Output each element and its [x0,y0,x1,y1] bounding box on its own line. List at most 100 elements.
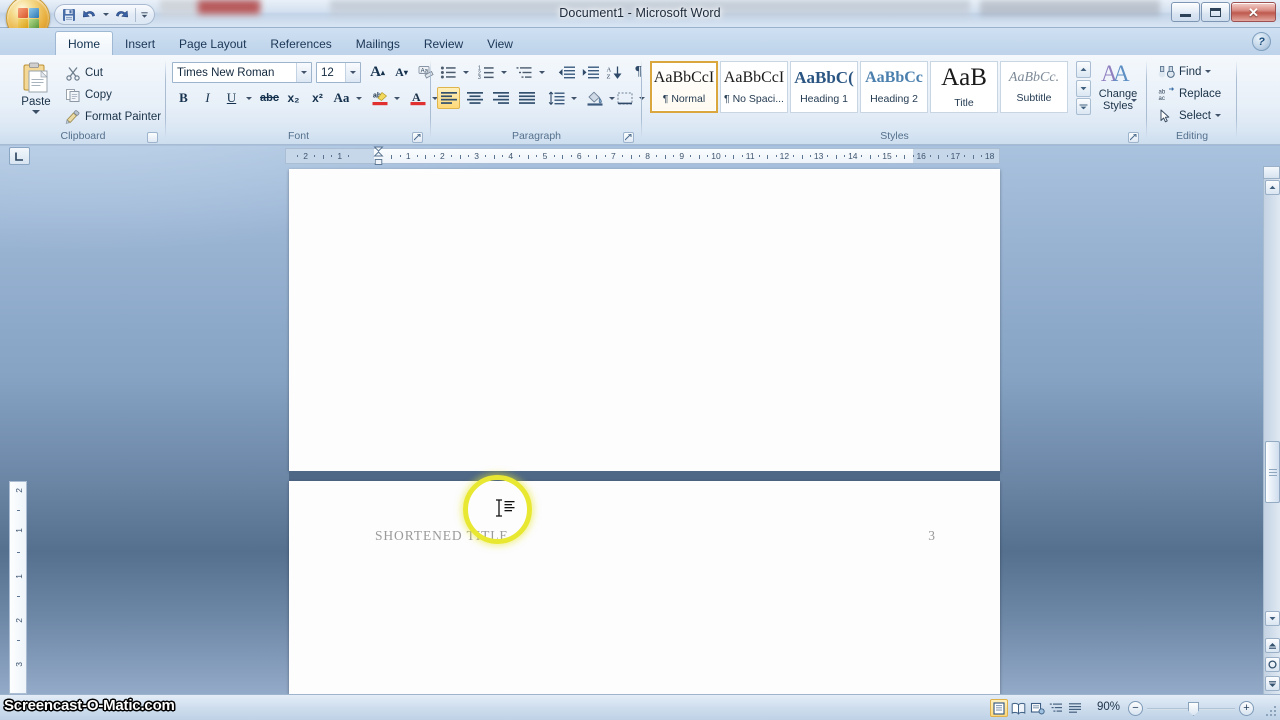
undo-dropdown-arrow[interactable] [101,6,110,23]
select-button[interactable]: Select [1155,105,1224,126]
undo-icon[interactable] [80,6,99,23]
scrollbar-thumb[interactable] [1265,441,1280,503]
vertical-ruler[interactable]: 2 1 1 2 3 [9,481,27,694]
view-full-screen-reading-button[interactable] [1009,699,1027,717]
resize-grip-icon[interactable] [1266,706,1278,718]
style-card-subtitle[interactable]: AaBbCc. Subtitle [1000,61,1068,113]
decrease-indent-button[interactable] [555,61,578,83]
bullets-dropdown-arrow[interactable] [460,61,471,83]
horizontal-ruler[interactable]: 21123456789101112131415161718 [285,148,1000,164]
scroll-up-button[interactable] [1265,180,1280,195]
help-icon[interactable]: ? [1252,32,1271,51]
find-dropdown-arrow[interactable] [1205,70,1211,73]
clipboard-dialog-launcher[interactable] [147,132,158,143]
underline-dropdown-arrow[interactable] [243,87,254,109]
justify-button[interactable] [515,87,538,109]
tab-view[interactable]: View [475,33,525,55]
zoom-slider-handle[interactable] [1188,702,1199,716]
zoom-slider[interactable]: − + [1128,700,1254,717]
find-button[interactable]: Find [1155,61,1214,82]
styles-scroll-up-button[interactable] [1076,61,1091,78]
text-highlight-button[interactable]: ab [368,87,391,109]
font-name-combo[interactable]: Times New Roman [172,62,312,83]
paste-dropdown-arrow[interactable] [32,110,40,114]
tab-page-layout[interactable]: Page Layout [167,33,258,55]
tab-selector-button[interactable] [9,147,30,165]
multilevel-list-button[interactable] [513,61,536,83]
zoom-out-button[interactable]: − [1128,701,1143,716]
redo-icon[interactable] [112,6,131,23]
view-web-layout-button[interactable] [1028,699,1046,717]
style-card-heading-1[interactable]: AaBbC( Heading 1 [790,61,858,113]
borders-button[interactable] [613,87,636,109]
copy-button[interactable]: Copy [62,84,115,105]
document-page-2[interactable]: SHORTENED TITLE 3 [289,481,1000,694]
zoom-level-label[interactable]: 90% [1097,701,1120,713]
align-right-button[interactable] [489,87,512,109]
subscript-button[interactable]: x₂ [282,87,305,109]
line-spacing-button[interactable] [545,87,568,109]
line-spacing-dropdown-arrow[interactable] [568,87,579,109]
style-card-title[interactable]: AaB Title [930,61,998,113]
change-case-button[interactable]: Aa [330,87,353,109]
multilevel-dropdown-arrow[interactable] [536,61,547,83]
underline-button[interactable]: U [220,87,243,109]
align-center-button[interactable] [463,87,486,109]
shading-button[interactable] [583,87,606,109]
next-page-button[interactable] [1265,676,1280,691]
numbering-dropdown-arrow[interactable] [498,61,509,83]
font-name-dropdown-arrow[interactable] [296,63,311,82]
grow-font-button[interactable]: A▴ [366,61,389,83]
replace-button[interactable]: ab ac Replace [1155,83,1224,104]
styles-scroll-down-button[interactable] [1076,80,1091,97]
close-button[interactable]: ✕ [1231,2,1276,22]
font-size-combo[interactable]: 12 [316,62,361,83]
style-card-no-spacing[interactable]: AaBbCcI ¶ No Spaci... [720,61,788,113]
minimize-button[interactable] [1171,2,1200,22]
bullets-button[interactable] [437,61,460,83]
style-card-heading-2[interactable]: AaBbCc Heading 2 [860,61,928,113]
scroll-down-button[interactable] [1265,611,1280,626]
tab-home[interactable]: Home [55,31,113,55]
view-draft-button[interactable] [1066,699,1084,717]
restore-button[interactable] [1201,2,1230,22]
change-styles-button[interactable]: A A Change Styles [1093,59,1143,121]
paragraph-dialog-launcher[interactable] [623,132,634,143]
view-print-layout-button[interactable] [990,699,1008,717]
document-page-1[interactable] [289,169,1000,471]
shrink-font-button[interactable]: A▾ [390,61,413,83]
tab-mailings[interactable]: Mailings [344,33,412,55]
font-dialog-launcher[interactable] [412,132,423,143]
style-card-normal[interactable]: AaBbCcI ¶ Normal [650,61,718,113]
bold-button[interactable]: B [172,87,195,109]
font-size-dropdown-arrow[interactable] [345,63,360,82]
styles-more-button[interactable] [1076,98,1091,115]
format-painter-button[interactable]: Format Painter [62,106,164,127]
change-case-dropdown-arrow[interactable] [353,87,364,109]
tab-review[interactable]: Review [412,33,475,55]
customize-qat-arrow[interactable] [140,6,149,23]
select-browse-object-button[interactable] [1265,657,1280,672]
change-styles-dropdown-arrow[interactable] [1131,102,1137,120]
italic-button[interactable]: I [196,87,219,109]
zoom-in-button[interactable]: + [1239,701,1254,716]
sort-button[interactable]: A Z [603,61,626,83]
previous-page-button[interactable] [1265,638,1280,653]
view-outline-button[interactable] [1047,699,1065,717]
increase-indent-button[interactable] [579,61,602,83]
align-left-button[interactable] [437,87,460,109]
paste-button[interactable]: Paste [14,60,58,122]
font-color-button[interactable]: A [406,87,429,109]
tab-insert[interactable]: Insert [113,33,167,55]
styles-dialog-launcher[interactable] [1128,132,1139,143]
select-dropdown-arrow[interactable] [1215,114,1221,117]
indent-markers[interactable] [373,146,384,166]
highlight-dropdown-arrow[interactable] [391,87,402,109]
numbering-button[interactable]: 1 2 3 [475,61,498,83]
superscript-button[interactable]: x² [306,87,329,109]
save-icon[interactable] [59,6,78,23]
vertical-scrollbar[interactable] [1263,166,1280,694]
tab-references[interactable]: References [258,33,343,55]
strikethrough-button[interactable]: abc [258,87,281,109]
split-window-handle[interactable] [1263,166,1280,179]
